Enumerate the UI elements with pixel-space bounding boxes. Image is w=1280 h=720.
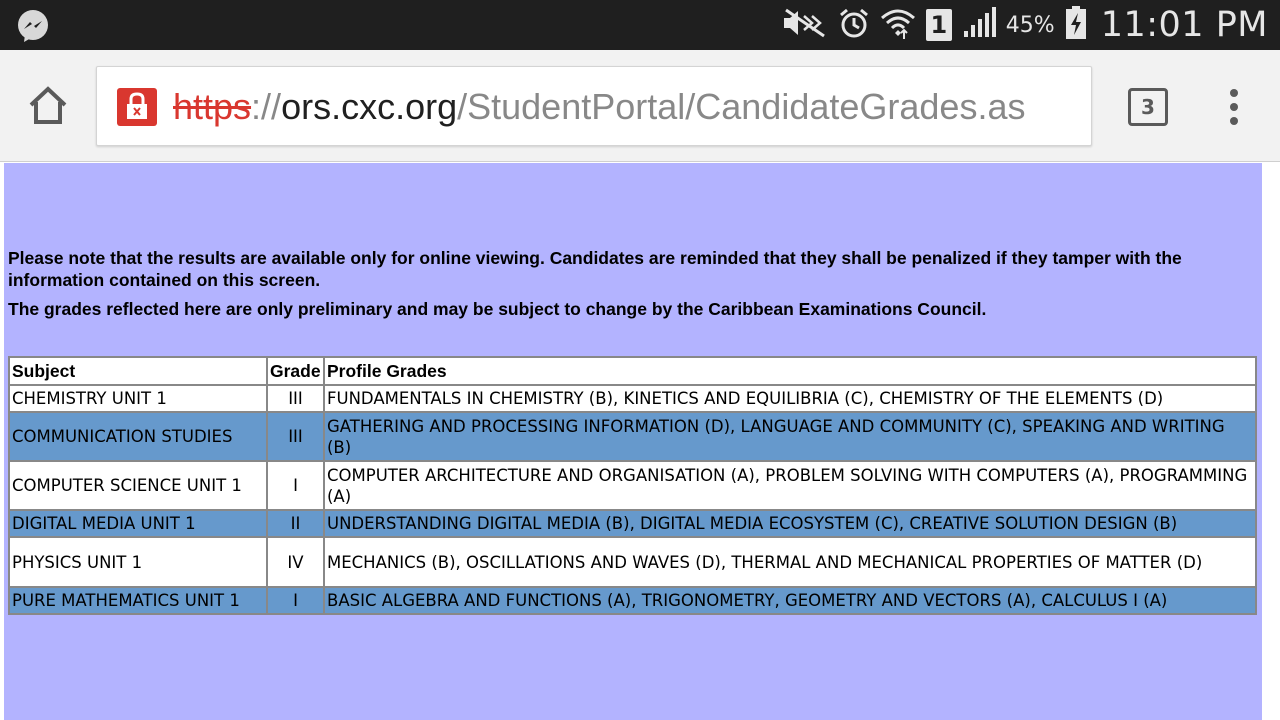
alarm-icon [838, 7, 870, 43]
profile-grades-cell: UNDERSTANDING DIGITAL MEDIA (B), DIGITAL… [323, 509, 1257, 538]
subject-cell: PURE MATHEMATICS UNIT 1 [8, 586, 268, 615]
status-bar: 1 45% 11:01 PM [0, 0, 1280, 50]
header-grade: Grade [266, 356, 325, 386]
url-separator: :// [251, 86, 282, 127]
messenger-icon [16, 10, 50, 47]
online-viewing-notice: Please note that the results are availab… [8, 248, 1182, 290]
profile-grades-cell: MECHANICS (B), OSCILLATIONS AND WAVES (D… [323, 536, 1257, 588]
table-row: PURE MATHEMATICS UNIT 1 I BASIC ALGEBRA … [8, 586, 1257, 615]
home-button[interactable] [26, 84, 70, 128]
battery-percent: 45% [1005, 12, 1055, 38]
web-page: Please note that the results are availab… [0, 163, 1280, 720]
url-path: /StudentPortal/CandidateGrades.as [457, 86, 1026, 127]
battery-charging-icon [1065, 6, 1087, 44]
tabs-button[interactable]: 3 [1128, 88, 1168, 126]
tab-count: 3 [1141, 95, 1155, 119]
url-text: https://ors.cxc.org/StudentPortal/Candid… [173, 81, 1025, 133]
grade-cell: I [266, 586, 325, 615]
wifi-icon [880, 6, 916, 44]
system-indicators: 1 45% 11:01 PM [782, 0, 1268, 50]
header-profile-grades: Profile Grades [323, 356, 1257, 386]
grade-cell: I [266, 460, 325, 511]
table-row: COMPUTER SCIENCE UNIT 1 I COMPUTER ARCHI… [8, 460, 1257, 511]
subject-cell: CHEMISTRY UNIT 1 [8, 384, 268, 413]
grade-cell: II [266, 509, 325, 538]
profile-grades-cell: COMPUTER ARCHITECTURE AND ORGANISATION (… [323, 460, 1257, 511]
preliminary-grades-notice: The grades reflected here are only preli… [8, 299, 987, 319]
notification-area [16, 9, 50, 47]
table-row: PHYSICS UNIT 1 IV MECHANICS (B), OSCILLA… [8, 536, 1257, 588]
subject-cell: COMPUTER SCIENCE UNIT 1 [8, 460, 268, 511]
subject-cell: PHYSICS UNIT 1 [8, 536, 268, 588]
sim-slot-badge: 1 [925, 9, 952, 41]
table-row: CHEMISTRY UNIT 1 III FUNDAMENTALS IN CHE… [8, 384, 1257, 413]
browser-toolbar: https://ors.cxc.org/StudentPortal/Candid… [0, 50, 1280, 162]
profile-grades-cell: GATHERING AND PROCESSING INFORMATION (D)… [323, 411, 1257, 462]
subject-cell: COMMUNICATION STUDIES [8, 411, 268, 462]
grades-table: Subject Grade Profile Grades CHEMISTRY U… [8, 356, 1257, 615]
lock-error-icon[interactable] [117, 88, 157, 126]
subject-cell: DIGITAL MEDIA UNIT 1 [8, 509, 268, 538]
profile-grades-cell: BASIC ALGEBRA AND FUNCTIONS (A), TRIGONO… [323, 586, 1257, 615]
table-header-row: Subject Grade Profile Grades [8, 356, 1257, 386]
clock: 11:01 PM [1100, 5, 1268, 45]
mute-icon [782, 8, 828, 42]
url-scheme: https [173, 86, 252, 127]
grade-cell: III [266, 384, 325, 413]
table-row: DIGITAL MEDIA UNIT 1 II UNDERSTANDING DI… [8, 509, 1257, 538]
overflow-menu-icon[interactable] [1222, 86, 1246, 130]
home-icon [26, 86, 70, 132]
url-host: ors.cxc.org [281, 86, 458, 127]
table-row: COMMUNICATION STUDIES III GATHERING AND … [8, 411, 1257, 462]
profile-grades-cell: FUNDAMENTALS IN CHEMISTRY (B), KINETICS … [323, 384, 1257, 413]
grade-cell: III [266, 411, 325, 462]
signal-icon [962, 7, 996, 43]
address-bar[interactable]: https://ors.cxc.org/StudentPortal/Candid… [96, 66, 1092, 146]
grade-cell: IV [266, 536, 325, 588]
header-subject: Subject [8, 356, 268, 386]
